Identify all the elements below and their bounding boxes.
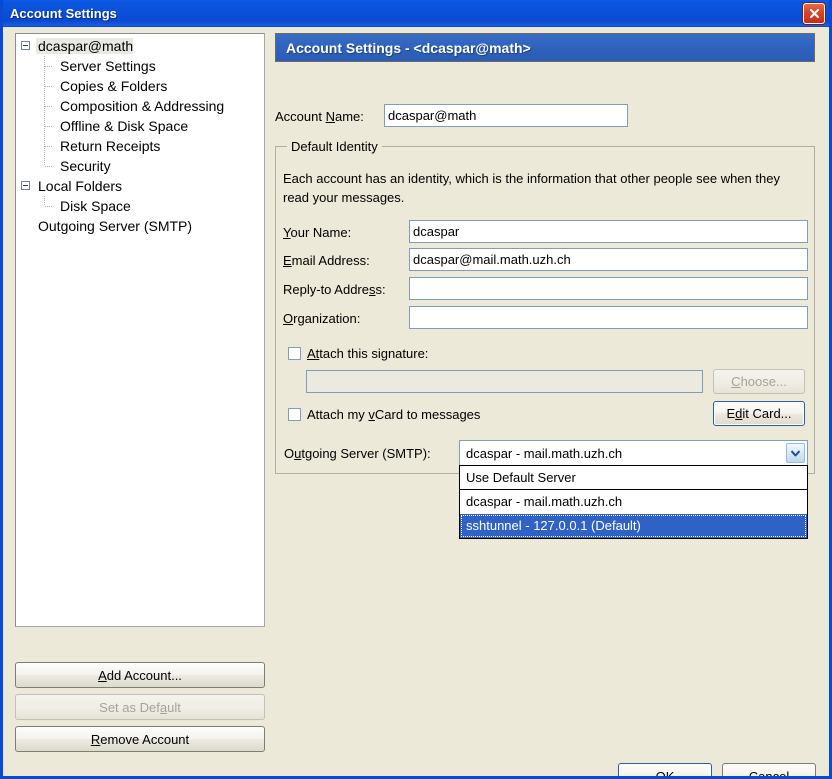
organization-label: Organization:	[283, 311, 360, 326]
account-name-input[interactable]	[384, 104, 628, 127]
your-name-label: Your Name:	[283, 225, 351, 240]
remove-account-label: emove Account	[100, 731, 190, 747]
chevron-down-icon[interactable]	[786, 443, 805, 463]
set-as-default-label-pre: Set as Def	[99, 699, 160, 715]
attach-vcard-label-post: Card to messages	[374, 407, 481, 422]
outgoing-server-label-pre: O	[284, 446, 295, 461]
remove-account-button[interactable]: Remove Account	[15, 726, 265, 752]
tree-item-dcaspar-math[interactable]: dcaspar@math	[16, 36, 264, 56]
attach-signature-label-pre: A	[307, 346, 316, 361]
tree-item-label: Return Receipts	[60, 138, 161, 154]
tree-item-label: Outgoing Server (SMTP)	[38, 218, 193, 234]
choose-label: hoose...	[740, 374, 787, 389]
tree-item-disk-space[interactable]: Disk Space	[16, 196, 264, 216]
outgoing-server-dropdown-list[interactable]: Use Default Server dcaspar - mail.math.uz…	[459, 465, 808, 539]
organization-label-post: rganization:	[293, 311, 361, 326]
organization-accel: O	[283, 311, 294, 326]
account-name-label-post: ame:	[334, 109, 364, 124]
dialog-body: dcaspar@math Server Settings Copies & Fold…	[3, 27, 829, 779]
remove-account-accel: R	[90, 731, 101, 747]
attach-vcard-label: Attach my vCard to messages	[307, 407, 480, 422]
set-as-default-accel: a	[159, 699, 168, 715]
tree-item-label: Disk Space	[60, 198, 131, 214]
tree-item-security[interactable]: Security	[16, 156, 264, 176]
tree-item-label: dcaspar@math	[36, 38, 134, 54]
tree-item-offline-disk-space[interactable]: Offline & Disk Space	[16, 116, 264, 136]
choose-signature-button[interactable]: Choose...	[713, 369, 805, 394]
add-account-button[interactable]: Add Account...	[15, 662, 265, 688]
attach-vcard-checkbox-row[interactable]: Attach my vCard to messages	[288, 407, 480, 422]
panel-header: Account Settings - <dcaspar@math>	[275, 33, 815, 62]
cancel-button[interactable]: Cancel	[722, 763, 816, 779]
dropdown-option-1[interactable]: dcaspar - mail.math.uzh.ch	[460, 490, 807, 514]
window-title: Account Settings	[10, 5, 117, 21]
ok-button-label: OK	[655, 768, 675, 779]
tree-item-label: Server Settings	[60, 58, 156, 74]
edit-card-label-post: it Card...	[742, 406, 792, 421]
outgoing-server-selected-value: dcaspar - mail.math.uzh.ch	[466, 445, 623, 461]
email-address-label-post: mail Address:	[291, 253, 370, 268]
account-name-label: Account Name:	[275, 109, 364, 124]
edit-card-label-pre: E	[726, 406, 736, 421]
tree-expander-icon[interactable]	[21, 181, 30, 190]
your-name-input[interactable]	[409, 220, 808, 243]
tree-item-label: Composition & Addressing	[60, 98, 225, 114]
add-account-accel: A	[98, 667, 107, 683]
tree-item-server-settings[interactable]: Server Settings	[16, 56, 264, 76]
choose-accel: C	[731, 374, 741, 389]
add-account-label: dd Account...	[106, 667, 182, 683]
email-address-label: Email Address:	[283, 253, 370, 268]
account-name-accel: N	[325, 109, 335, 124]
account-tree[interactable]: dcaspar@math Server Settings Copies & Fold…	[15, 33, 265, 627]
title-bar: Account Settings	[3, 0, 829, 27]
tree-item-label: Offline & Disk Space	[60, 118, 189, 134]
outgoing-server-label-post: tgoing Server (SMTP):	[301, 446, 431, 461]
email-address-accel: E	[283, 253, 292, 268]
attach-signature-label: Attach this signature:	[307, 346, 428, 361]
set-as-default-button[interactable]: Set as Default	[15, 694, 265, 720]
outgoing-server-label: Outgoing Server (SMTP):	[284, 446, 431, 461]
organization-input[interactable]	[409, 306, 808, 329]
attach-signature-checkbox[interactable]	[288, 347, 301, 360]
tree-item-label: Copies & Folders	[60, 78, 168, 94]
account-name-label-pre: Account	[275, 109, 326, 124]
tree-item-label: Local Folders	[38, 178, 123, 194]
tree-item-outgoing-server-smtp[interactable]: Outgoing Server (SMTP)	[16, 216, 264, 236]
attach-signature-label-post: tach this signature:	[319, 346, 429, 361]
tree-item-composition-addressing[interactable]: Composition & Addressing	[16, 96, 264, 116]
outgoing-server-dropdown[interactable]: dcaspar - mail.math.uzh.ch	[459, 440, 808, 466]
signature-file-input[interactable]	[306, 370, 703, 393]
reply-to-address-input[interactable]	[409, 277, 808, 300]
dropdown-option-2[interactable]: sshtunnel - 127.0.0.1 (Default)	[460, 514, 807, 538]
attach-vcard-checkbox[interactable]	[288, 408, 301, 421]
tree-item-copies-folders[interactable]: Copies & Folders	[16, 76, 264, 96]
account-settings-window: Account Settings dcaspar@math Server Sett…	[0, 0, 832, 779]
tree-expander-icon[interactable]	[21, 41, 30, 50]
attach-vcard-label-pre: Attach my	[307, 407, 369, 422]
edit-card-button[interactable]: Edit Card...	[713, 401, 805, 426]
reply-to-address-label: Reply-to Address:	[283, 282, 386, 297]
ok-button[interactable]: OK	[618, 763, 712, 779]
tree-item-label: Security	[60, 158, 111, 174]
cancel-button-label: Cancel	[748, 768, 790, 779]
default-identity-legend: Default Identity	[287, 139, 382, 154]
reply-to-label-pre: Reply-to Addre	[283, 282, 369, 297]
close-icon[interactable]	[803, 3, 825, 24]
panel-title: Account Settings - <dcaspar@math>	[286, 39, 531, 56]
tree-item-return-receipts[interactable]: Return Receipts	[16, 136, 264, 156]
reply-to-label-post: s:	[375, 282, 386, 297]
your-name-label-post: our Name:	[290, 225, 352, 240]
email-address-input[interactable]	[409, 248, 808, 271]
default-identity-description: Each account has an identity, which is t…	[283, 171, 780, 205]
attach-signature-checkbox-row[interactable]: Attach this signature:	[288, 346, 428, 361]
tree-item-local-folders[interactable]: Local Folders	[16, 176, 264, 196]
set-as-default-label-post: ult	[167, 699, 181, 715]
dropdown-option-0[interactable]: Use Default Server	[460, 466, 807, 490]
